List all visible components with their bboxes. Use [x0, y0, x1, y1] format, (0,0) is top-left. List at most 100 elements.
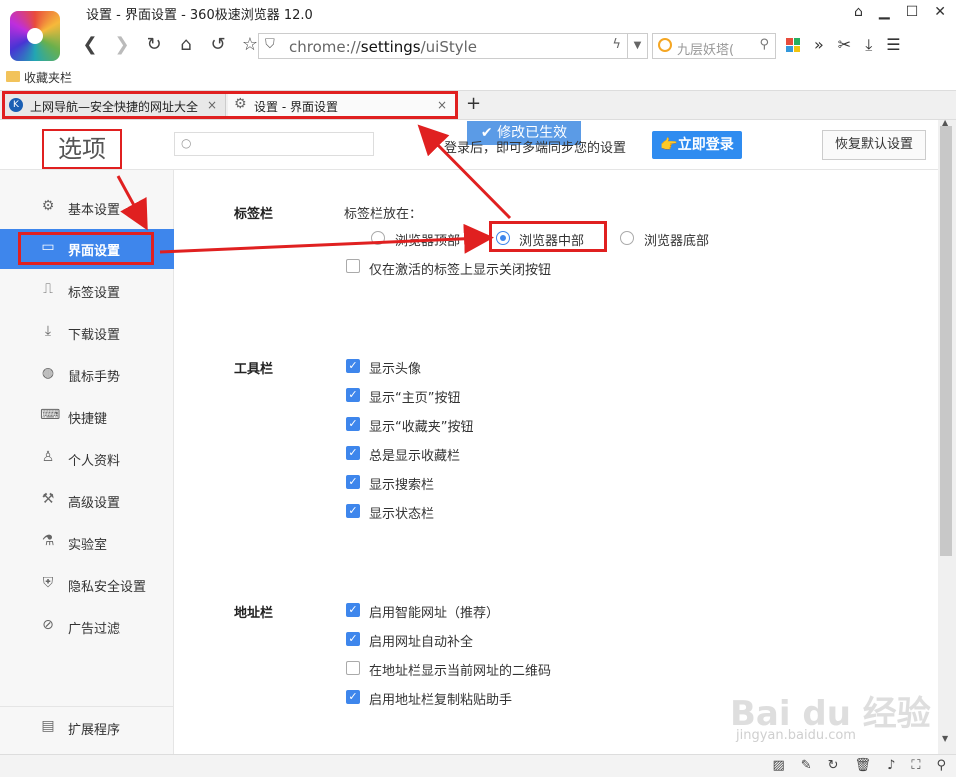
zoom-icon[interactable]: ⚲: [936, 758, 946, 773]
sidebar-item-privacy[interactable]: ⛨ 隐私安全设置: [0, 565, 174, 605]
forward-icon[interactable]: ❯: [112, 34, 132, 55]
keyboard-icon: ⌨: [40, 407, 61, 423]
block-icon: ⊘: [42, 617, 54, 633]
skin-icon[interactable]: ⌂: [854, 4, 863, 20]
sidebar-item-label: 下载设置: [68, 328, 121, 343]
radio-tab-bottom[interactable]: [620, 231, 634, 245]
checkbox-label[interactable]: 仅在激活的标签上显示关闭按钮: [369, 259, 551, 278]
sidebar-item-advanced[interactable]: ⚒ 高级设置: [0, 481, 174, 521]
sidebar-item-tabs[interactable]: ⎍ 标签设置: [0, 271, 174, 311]
search-icon[interactable]: ⚲: [759, 37, 769, 52]
checkbox-label[interactable]: 启用智能网址（推荐）: [369, 602, 499, 621]
address-url[interactable]: chrome://settings/uiStyle: [289, 38, 477, 56]
radio-tab-top[interactable]: [371, 231, 385, 245]
bookmarks-bar: 收藏夹栏: [0, 66, 956, 90]
undo-close-icon[interactable]: ↺: [208, 34, 228, 55]
checkbox-autocomplete[interactable]: ✓: [346, 632, 360, 646]
back-icon[interactable]: ❮: [80, 34, 100, 55]
chevron-down-icon[interactable]: ▼: [627, 34, 647, 58]
menu-icon[interactable]: ☰: [886, 35, 900, 55]
sidebar-item-label: 基本设置: [68, 203, 121, 218]
checkbox-copy-paste[interactable]: ✓: [346, 690, 360, 704]
checkbox-qr-code[interactable]: [346, 661, 360, 675]
trash-icon[interactable]: 🗑: [855, 758, 872, 773]
checkbox-label[interactable]: 显示状态栏: [369, 503, 434, 522]
active-item-highlight-box: [18, 232, 154, 265]
bookmarks-bar-label[interactable]: 收藏夹栏: [24, 69, 72, 86]
checkbox-smart-url[interactable]: ✓: [346, 603, 360, 617]
apps-grid-icon[interactable]: [786, 38, 800, 52]
reload-icon[interactable]: ↻: [144, 34, 164, 55]
sidebar-item-mouse[interactable]: ◍ 鼠标手势: [0, 355, 174, 395]
search-icon: ○: [181, 136, 192, 150]
checkbox-close-only-active[interactable]: [346, 259, 360, 273]
scrollbar[interactable]: ▲ ▼: [938, 118, 956, 754]
checkbox-show-search[interactable]: ✓: [346, 475, 360, 489]
reset-defaults-button[interactable]: 恢复默认设置: [822, 130, 926, 160]
checkbox-always-bookmarks[interactable]: ✓: [346, 446, 360, 460]
checkbox-label[interactable]: 显示头像: [369, 358, 421, 377]
settings-content: 标签栏 标签栏放在： 浏览器顶部 浏览器中部 浏览器底部 仅在激活的标签上显示关…: [175, 170, 938, 754]
nav-buttons: ❮ ❯ ↻ ⌂ ↺ ☆: [80, 34, 260, 55]
status-icons: ▨ ✎ ↻ 🗑 ♪ ⛶ ⚲: [772, 758, 946, 773]
minimize-button[interactable]: ▁: [879, 4, 890, 20]
volume-icon[interactable]: ♪: [887, 758, 895, 773]
refresh-icon[interactable]: ↻: [828, 758, 839, 773]
search-input[interactable]: 九层妖塔(: [677, 39, 749, 58]
browser-logo: [10, 11, 60, 61]
sidebar-item-lab[interactable]: ⚗ 实验室: [0, 523, 174, 563]
person-icon: ♙: [41, 449, 55, 465]
radio-label[interactable]: 浏览器顶部: [395, 230, 460, 249]
sidebar-item-profile[interactable]: ♙ 个人资料: [0, 439, 174, 479]
sidebar-item-label: 鼠标手势: [68, 370, 121, 385]
checkbox-label[interactable]: 总是显示收藏栏: [369, 445, 460, 464]
checkbox-show-home[interactable]: ✓: [346, 388, 360, 402]
checkbox-show-avatar[interactable]: ✓: [346, 359, 360, 373]
sidebar-item-label: 快捷键: [68, 412, 108, 427]
checkbox-label[interactable]: 启用地址栏复制粘贴助手: [369, 689, 512, 708]
sidebar-item-label: 标签设置: [68, 286, 121, 301]
sidebar-item-download[interactable]: ⤓ 下载设置: [0, 313, 174, 353]
checkbox-label[interactable]: 显示搜索栏: [369, 474, 434, 493]
checkbox-label[interactable]: 在地址栏显示当前网址的二维码: [369, 660, 551, 679]
download-icon: ⤓: [44, 323, 52, 339]
search-box[interactable]: 九层妖塔( ⚲: [652, 33, 776, 59]
checkbox-label[interactable]: 显示“主页”按钮: [369, 387, 460, 406]
maximize-button[interactable]: ☐: [906, 4, 919, 20]
scroll-down-icon[interactable]: ▼: [942, 734, 948, 743]
home-icon[interactable]: ⌂: [176, 34, 196, 55]
close-button[interactable]: ✕: [934, 4, 946, 20]
sidebar-item-label: 个人资料: [68, 454, 121, 469]
tab-icon: ⎍: [43, 281, 53, 297]
sidebar-item-label: 扩展程序: [68, 723, 121, 738]
folder-icon: [6, 71, 20, 82]
sidebar-item-basic[interactable]: ⚙ 基本设置: [0, 188, 174, 228]
radio-label[interactable]: 浏览器底部: [644, 230, 709, 249]
checkbox-label[interactable]: 启用网址自动补全: [369, 631, 473, 650]
favorite-star-icon[interactable]: ☆: [240, 34, 260, 55]
checkbox-show-favorites[interactable]: ✓: [346, 417, 360, 431]
download-icon[interactable]: ⤓: [865, 35, 872, 55]
search-engine-icon[interactable]: [658, 38, 672, 52]
sidebar-item-label: 广告过滤: [68, 622, 121, 637]
selected-option-highlight-box: [489, 221, 607, 252]
more-overflow-icon[interactable]: »: [814, 35, 824, 55]
speed-mode-icon[interactable]: ϟ: [612, 37, 621, 52]
pin-icon[interactable]: ✎: [801, 758, 812, 773]
sidebar-divider: [0, 706, 174, 707]
login-button[interactable]: 👉立即登录: [652, 131, 742, 159]
fullscreen-icon[interactable]: ⛶: [911, 758, 920, 773]
image-icon[interactable]: ▨: [772, 758, 784, 773]
scroll-thumb[interactable]: [940, 126, 952, 556]
sidebar-item-extensions[interactable]: ▤ 扩展程序: [0, 708, 174, 748]
tab-highlight-box: [2, 91, 458, 119]
checkbox-label[interactable]: 显示“收藏夹”按钮: [369, 416, 473, 435]
settings-search-input[interactable]: ○: [174, 132, 374, 156]
new-tab-button[interactable]: +: [466, 93, 481, 114]
sidebar-item-adblock[interactable]: ⊘ 广告过滤: [0, 607, 174, 647]
scissors-icon[interactable]: ✂: [838, 35, 851, 55]
checkbox-show-status[interactable]: ✓: [346, 504, 360, 518]
address-bar[interactable]: ⛉ chrome://settings/uiStyle ϟ ▼: [258, 33, 648, 59]
sidebar-item-shortcuts[interactable]: ⌨ 快捷键: [0, 397, 174, 437]
toolbar-icons: » ✂ ⤓ ☰: [786, 35, 901, 55]
